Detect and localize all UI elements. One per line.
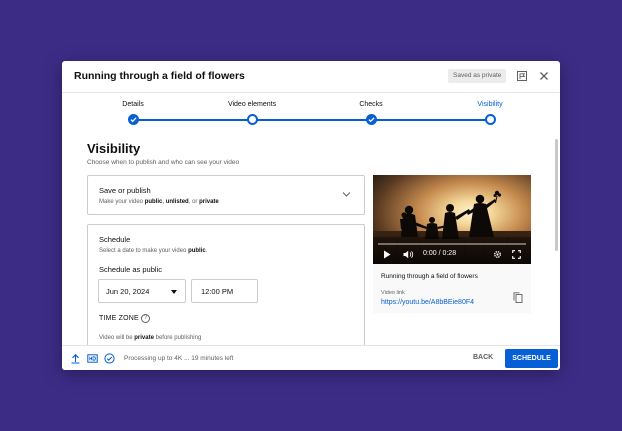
desc-separator: , or xyxy=(188,199,200,205)
upload-dialog: Running through a field of flowers Saved… xyxy=(62,61,560,370)
video-preview-card: 0:00 / 0:28 Running through a field of f… xyxy=(373,175,531,313)
step-visibility-label[interactable]: Visibility xyxy=(477,101,502,108)
schedule-as-public-label: Schedule as public xyxy=(99,265,162,274)
check-icon xyxy=(130,117,137,123)
desc-bold: public xyxy=(188,248,206,254)
step-checks-label[interactable]: Checks xyxy=(359,101,382,108)
time-input[interactable]: 12:00 PM xyxy=(191,279,258,303)
hd-icon xyxy=(87,354,98,363)
video-link-label: Video link xyxy=(381,290,405,296)
visibility-subtitle: Choose when to publish and who can see y… xyxy=(87,159,240,166)
play-icon[interactable] xyxy=(383,250,391,259)
note-bold: private xyxy=(134,335,154,341)
check-icon xyxy=(368,117,375,123)
back-button[interactable]: BACK xyxy=(473,354,493,361)
schedule-title: Schedule xyxy=(99,235,131,244)
settings-gear-icon[interactable] xyxy=(493,250,502,259)
chevron-down-icon[interactable] xyxy=(342,191,351,198)
save-or-publish-section[interactable]: Save or publish Make your video public, … xyxy=(87,175,365,215)
visibility-heading: Visibility xyxy=(87,141,141,156)
video-time: 0:00 / 0:28 xyxy=(423,250,457,257)
private-before-publishing-note: Video will be private before publishing xyxy=(99,335,201,341)
desc-suffix: . xyxy=(205,248,208,254)
step-video-elements-label[interactable]: Video elements xyxy=(228,101,276,108)
date-value: Jun 20, 2024 xyxy=(106,287,150,296)
note-text: Video will be xyxy=(99,335,135,341)
feedback-flag-icon[interactable] xyxy=(515,69,529,83)
step-details-node[interactable] xyxy=(128,114,139,125)
scrollbar[interactable] xyxy=(555,139,558,251)
schedule-description: Select a date to make your video public. xyxy=(99,248,207,254)
dialog-footer: Processing up to 4K ... 19 minutes left … xyxy=(62,345,560,370)
schedule-button[interactable]: SCHEDULE xyxy=(505,349,558,368)
time-value: 12:00 PM xyxy=(201,287,234,296)
schedule-section: Schedule Select a date to make your vide… xyxy=(87,224,365,354)
video-progress-bar[interactable] xyxy=(378,243,526,245)
stepper-line xyxy=(133,119,490,121)
dropdown-arrow-icon xyxy=(171,290,177,294)
checks-complete-icon xyxy=(104,353,115,364)
volume-icon[interactable] xyxy=(403,250,414,259)
close-icon[interactable] xyxy=(537,69,551,83)
desc-text: Make your video xyxy=(99,199,145,205)
step-visibility-node[interactable] xyxy=(485,114,496,125)
fullscreen-icon[interactable] xyxy=(512,250,521,259)
step-video-elements-node[interactable] xyxy=(247,114,258,125)
step-checks-node[interactable] xyxy=(366,114,377,125)
video-player[interactable]: 0:00 / 0:28 xyxy=(373,175,531,264)
save-or-publish-description: Make your video public, unlisted, or pri… xyxy=(99,199,219,205)
date-select[interactable]: Jun 20, 2024 xyxy=(98,279,186,303)
save-or-publish-title: Save or publish xyxy=(99,186,151,195)
option-unlisted: unlisted xyxy=(165,199,189,205)
option-public: public xyxy=(144,199,163,205)
video-name: Running through a field of flowers xyxy=(381,273,478,280)
dialog-title: Running through a field of flowers xyxy=(74,70,245,82)
option-private: private xyxy=(199,199,219,205)
time-zone-label: TIME ZONE xyxy=(99,315,139,322)
upload-icon xyxy=(71,354,80,364)
save-status-badge: Saved as private xyxy=(448,69,507,83)
processing-status: Processing up to 4K ... 19 minutes left xyxy=(124,355,234,362)
video-link[interactable]: https://youtu.be/A8bBEie80F4 xyxy=(381,299,474,306)
note-suffix: before publishing xyxy=(153,335,202,341)
desc-text: Select a date to make your video xyxy=(99,248,189,254)
copy-icon[interactable] xyxy=(513,292,523,303)
step-details-label[interactable]: Details xyxy=(122,101,143,108)
help-icon[interactable]: ? xyxy=(141,314,150,323)
dialog-header: Running through a field of flowers Saved… xyxy=(62,61,560,93)
